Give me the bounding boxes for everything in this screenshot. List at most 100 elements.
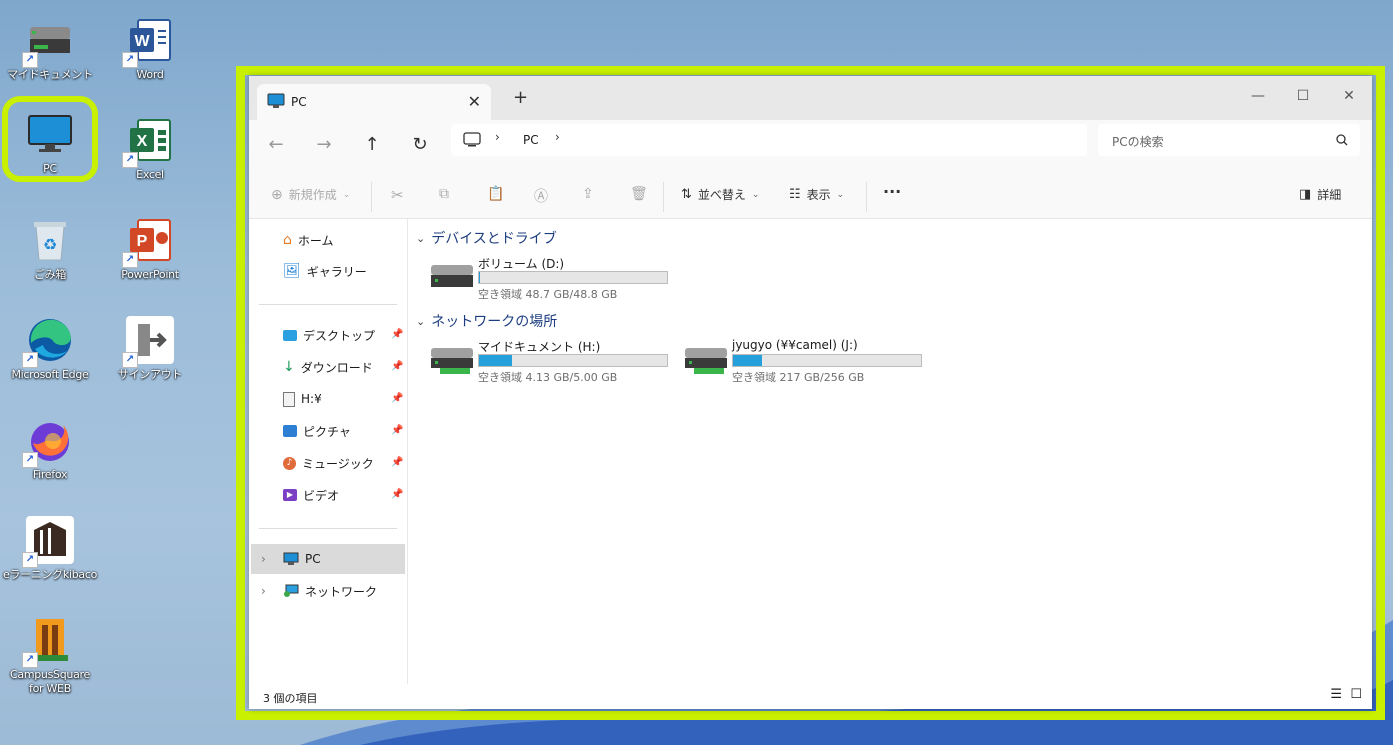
new-label: 新規作成	[288, 188, 337, 202]
nav-item-pictures[interactable]: ピクチャ	[283, 419, 351, 443]
desktop-icon-recycle-bin[interactable]: ♻ ごみ箱	[2, 206, 98, 302]
shortcut-arrow-icon: ↗	[122, 252, 138, 268]
nav-label: PC	[305, 552, 321, 566]
nav-item-h-drive[interactable]: H:¥	[283, 387, 322, 411]
desktop-icon-powerpoint[interactable]: P ↗ PowerPoint	[102, 206, 198, 302]
plus-circle-icon: ⊕	[271, 186, 283, 203]
desktop-icon-word[interactable]: W ↗ Word	[102, 6, 198, 102]
shortcut-arrow-icon: ↗	[122, 352, 138, 368]
more-options-icon[interactable]: ···	[883, 182, 901, 201]
expand-chevron-icon[interactable]: ›	[261, 584, 266, 598]
desktop-icon-label: サインアウト	[117, 368, 183, 381]
firefox-icon: ↗	[22, 414, 76, 468]
pin-icon[interactable]: 📌	[391, 361, 403, 372]
drive-usage-fill	[479, 355, 512, 366]
svg-text:♻: ♻	[43, 235, 57, 254]
nav-label: H:¥	[301, 392, 322, 406]
desktop-icon-campussquare[interactable]: ↗ CampusSquare for WEB	[2, 606, 98, 702]
drive-item-d[interactable]: ボリューム (D:) 空き領域 48.7 GB/48.8 GB	[428, 255, 678, 301]
desktop-folder-icon	[283, 329, 297, 341]
close-tab-icon[interactable]: ✕	[468, 92, 481, 111]
desktop-icon-label: PowerPoint	[121, 268, 179, 281]
document-icon	[283, 391, 295, 407]
edge-icon: ↗	[22, 314, 76, 368]
close-window-icon[interactable]: ✕	[1326, 82, 1372, 110]
forward-icon[interactable]: →	[309, 130, 339, 160]
desktop-icon-pc[interactable]: PC	[2, 100, 98, 196]
nav-item-pc[interactable]: PC	[283, 547, 321, 571]
monitor-icon	[24, 108, 76, 160]
desktop-icon-label: Microsoft Edge	[11, 368, 89, 381]
expand-chevron-icon[interactable]: ›	[261, 552, 266, 566]
pin-icon[interactable]: 📌	[391, 393, 403, 404]
monitor-icon	[267, 93, 285, 108]
nav-item-network[interactable]: ネットワーク	[283, 579, 377, 603]
group-header-network[interactable]: ⌄ ネットワークの場所	[416, 311, 557, 331]
paste-icon[interactable]: 📋	[487, 186, 504, 202]
back-icon[interactable]: ←	[261, 130, 291, 160]
drive-item-h[interactable]: マイドキュメント (H:) 空き領域 4.13 GB/5.00 GB	[428, 338, 678, 384]
nav-item-gallery[interactable]: 🖼 ギャラリー	[283, 259, 367, 283]
nav-item-videos[interactable]: ▶ ビデオ	[283, 483, 339, 507]
search-input[interactable]: PCの検索	[1112, 133, 1164, 150]
tiles-view-icon[interactable]: ☐	[1350, 687, 1362, 702]
breadcrumb-pc[interactable]: PC	[523, 133, 539, 147]
nav-item-downloads[interactable]: ↓ ダウンロード	[283, 355, 373, 379]
tab-title: PC	[291, 95, 307, 109]
nav-item-pc-selected[interactable]	[251, 544, 405, 574]
chevron-right-icon[interactable]: ›	[495, 130, 500, 144]
details-button[interactable]: ◨ 詳細	[1299, 186, 1341, 203]
pictures-icon	[283, 425, 297, 437]
svg-text:P: P	[137, 233, 148, 250]
new-button[interactable]: ⊕ 新規作成 ⌄	[271, 186, 350, 203]
desktop-icon-firefox[interactable]: ↗ Firefox	[2, 406, 98, 502]
desktop-icon-signout[interactable]: ↗ サインアウト	[102, 306, 198, 402]
group-title: ネットワークの場所	[431, 314, 558, 330]
drive-name: jyugyo (¥¥camel) (J:)	[732, 338, 858, 352]
network-drive-icon	[431, 348, 473, 374]
nav-item-music[interactable]: ♪ ミュージック	[283, 451, 374, 475]
tab-pc[interactable]: PC ✕	[257, 84, 491, 120]
sort-icon: ⇅	[681, 187, 692, 202]
drive-icon: ↗	[22, 14, 76, 68]
share-icon[interactable]: ⇪	[582, 186, 594, 202]
drive-free-space: 空き領域 4.13 GB/5.00 GB	[478, 371, 618, 384]
new-tab-icon[interactable]: +	[513, 87, 528, 108]
desktop-icon-label: ごみ箱	[33, 268, 67, 281]
pin-icon[interactable]: 📌	[391, 329, 403, 340]
nav-item-desktop[interactable]: デスクトップ	[283, 323, 375, 347]
desktop-icon-excel[interactable]: X ↗ Excel	[102, 106, 198, 202]
pin-icon[interactable]: 📌	[391, 457, 403, 468]
pin-icon[interactable]: 📌	[391, 425, 403, 436]
desktop-icon-kibaco[interactable]: ↗ eラーニングkibaco	[2, 506, 98, 602]
chevron-down-icon: ⌄	[416, 231, 426, 245]
maximize-icon[interactable]: ☐	[1280, 82, 1326, 110]
drive-free-space: 空き領域 48.7 GB/48.8 GB	[478, 288, 618, 301]
refresh-icon[interactable]: ↻	[405, 130, 435, 160]
nav-item-home[interactable]: ⌂ ホーム	[283, 228, 334, 252]
network-drive-icon	[685, 348, 727, 374]
view-button[interactable]: ☷ 表示 ⌄	[789, 186, 844, 203]
drive-free-space: 空き領域 217 GB/256 GB	[732, 371, 865, 384]
up-icon[interactable]: ↑	[357, 130, 387, 160]
copy-icon[interactable]: ⧉	[439, 186, 449, 202]
minimize-icon[interactable]: —	[1235, 82, 1281, 110]
pin-icon[interactable]: 📌	[391, 489, 403, 500]
chevron-right-icon[interactable]: ›	[555, 130, 560, 144]
group-header-devices[interactable]: ⌄ デバイスとドライブ	[416, 228, 557, 248]
details-label: 詳細	[1317, 188, 1342, 202]
shortcut-arrow-icon: ↗	[22, 352, 38, 368]
desktop-icon-edge[interactable]: ↗ Microsoft Edge	[2, 306, 98, 402]
details-view-icon[interactable]: ☰	[1330, 687, 1342, 702]
cut-icon[interactable]: ✂	[391, 186, 404, 204]
delete-icon[interactable]: 🗑	[630, 186, 648, 202]
desktop-icon-my-documents[interactable]: ↗ マイドキュメント	[2, 6, 98, 102]
shortcut-arrow-icon: ↗	[22, 652, 38, 668]
desktop-icon-label: マイドキュメント	[7, 68, 93, 81]
address-bar[interactable]: › PC ›	[451, 124, 1087, 156]
drive-item-j[interactable]: jyugyo (¥¥camel) (J:) 空き領域 217 GB/256 GB	[682, 338, 932, 384]
sort-button[interactable]: ⇅ 並べ替え ⌄	[681, 186, 759, 203]
tab-bar: PC ✕ + — ☐ ✕	[249, 76, 1372, 120]
search-box[interactable]: PCの検索	[1098, 124, 1360, 156]
rename-icon[interactable]: Ⓐ	[534, 186, 548, 206]
